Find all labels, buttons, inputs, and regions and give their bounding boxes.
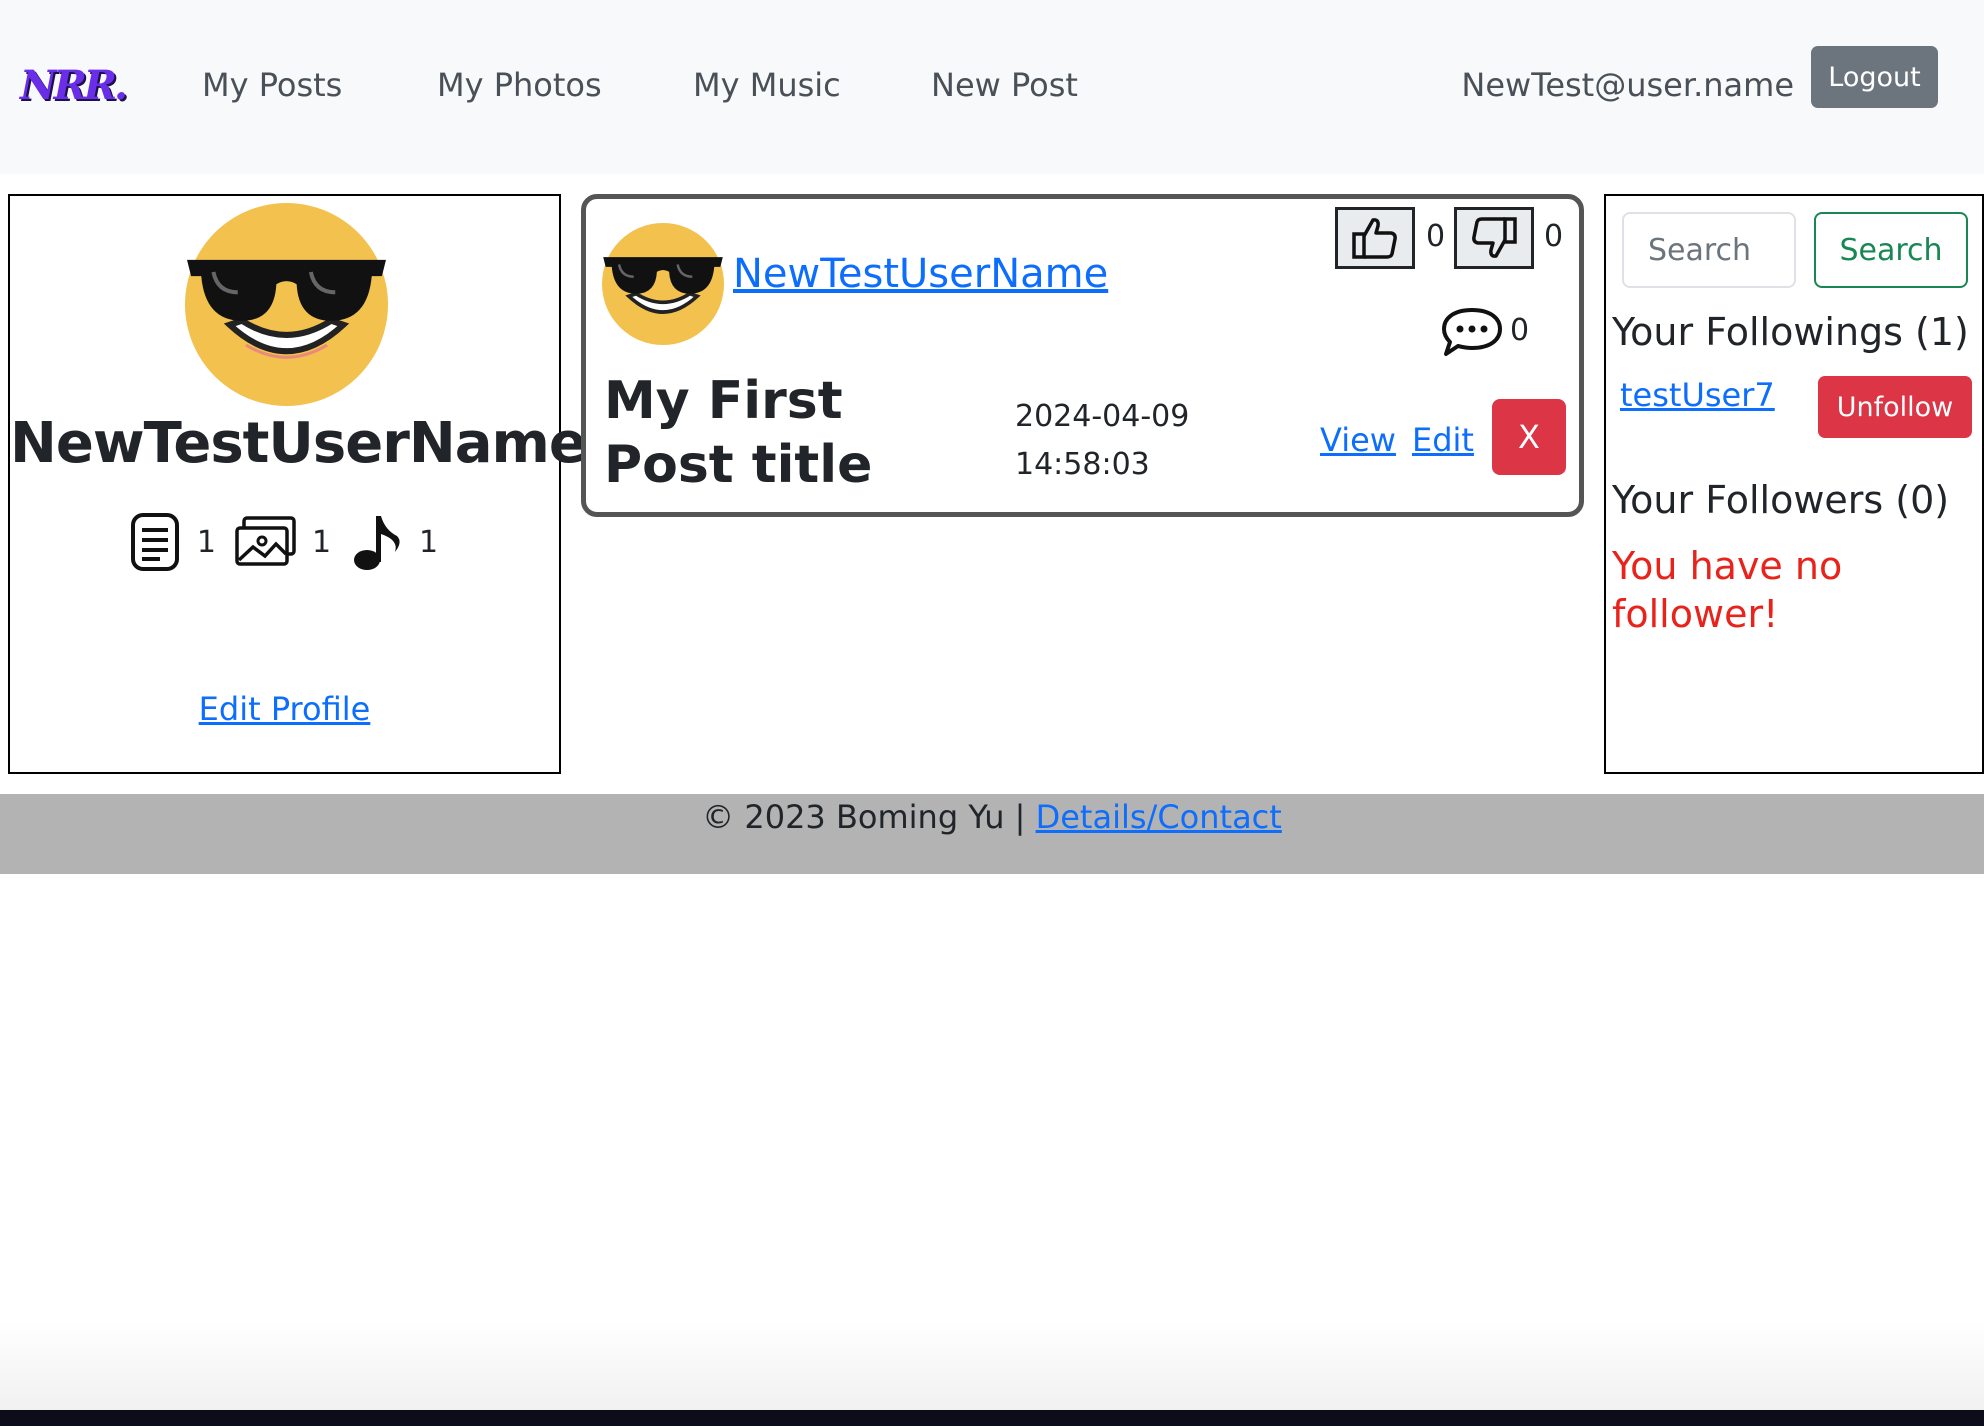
delete-post-button[interactable]: X (1492, 399, 1566, 475)
post-card: NewTestUserName 0 0 0 My First Post titl… (581, 194, 1584, 517)
view-post-link[interactable]: View (1320, 421, 1396, 459)
brand-logo[interactable]: NRR. (20, 62, 128, 109)
window-bottom-shadow (0, 1320, 1984, 1410)
following-user-link[interactable]: testUser7 (1620, 376, 1775, 414)
logout-button[interactable]: Logout (1811, 46, 1938, 108)
comments-count: 0 (1510, 313, 1530, 348)
followings-heading: Your Followings (1) (1612, 310, 1969, 354)
edit-post-link[interactable]: Edit (1412, 421, 1474, 459)
profile-stats: 1 1 1 (10, 512, 559, 572)
nav-my-music[interactable]: My Music (693, 66, 841, 104)
thumbs-down-icon (1472, 217, 1517, 258)
post-author-link[interactable]: NewTestUserName (733, 251, 1108, 297)
navbar: NRR. My Posts My Photos My Music New Pos… (0, 0, 1984, 174)
music-note-icon[interactable] (349, 512, 405, 572)
followers-heading: Your Followers (0) (1612, 478, 1950, 522)
likes-count: 0 (1426, 219, 1446, 254)
sunglasses-emoji-avatar (602, 223, 724, 345)
unfollow-button[interactable]: Unfollow (1818, 376, 1972, 438)
desktop-edge (0, 1410, 1984, 1426)
page: NRR. My Posts My Photos My Music New Pos… (0, 0, 1984, 1426)
details-contact-link[interactable]: Details/Contact (1036, 798, 1282, 836)
profile-username: NewTestUserName (10, 411, 587, 476)
nav-my-posts[interactable]: My Posts (202, 66, 342, 104)
posts-count: 1 (196, 524, 216, 560)
sunglasses-emoji-avatar (185, 203, 388, 406)
dislike-button[interactable] (1454, 207, 1534, 269)
footer: © 2023 Boming Yu | Details/Contact (0, 794, 1984, 874)
search-input[interactable] (1622, 212, 1796, 288)
post-timestamp: 2024-04-09 14:58:03 (1015, 393, 1235, 489)
user-email: NewTest@user.name (1461, 66, 1794, 104)
post-title: My First Post title (604, 371, 873, 495)
footer-copyright: © 2023 Boming Yu | (702, 798, 1036, 836)
images-icon[interactable] (234, 512, 298, 572)
nav-new-post[interactable]: New Post (931, 66, 1078, 104)
like-button[interactable] (1335, 207, 1415, 269)
profile-card: NewTestUserName 1 1 1 Edit Profile (8, 194, 587, 774)
music-count: 1 (419, 524, 439, 560)
thumbs-up-icon (1352, 218, 1397, 259)
post-time: 14:58:03 (1015, 447, 1150, 482)
no-followers-message: You have no follower! (1612, 544, 1843, 636)
dislikes-count: 0 (1544, 219, 1564, 254)
nav-my-photos[interactable]: My Photos (437, 66, 602, 104)
photos-count: 1 (311, 524, 332, 560)
edit-profile-link[interactable]: Edit Profile (10, 690, 559, 728)
post-date: 2024-04-09 (1015, 399, 1190, 434)
search-button[interactable]: Search (1814, 212, 1968, 288)
comment-dots-icon[interactable] (1440, 306, 1504, 358)
social-panel: Search Your Followings (1) testUser7 Unf… (1604, 194, 1984, 774)
document-icon[interactable] (127, 512, 183, 572)
